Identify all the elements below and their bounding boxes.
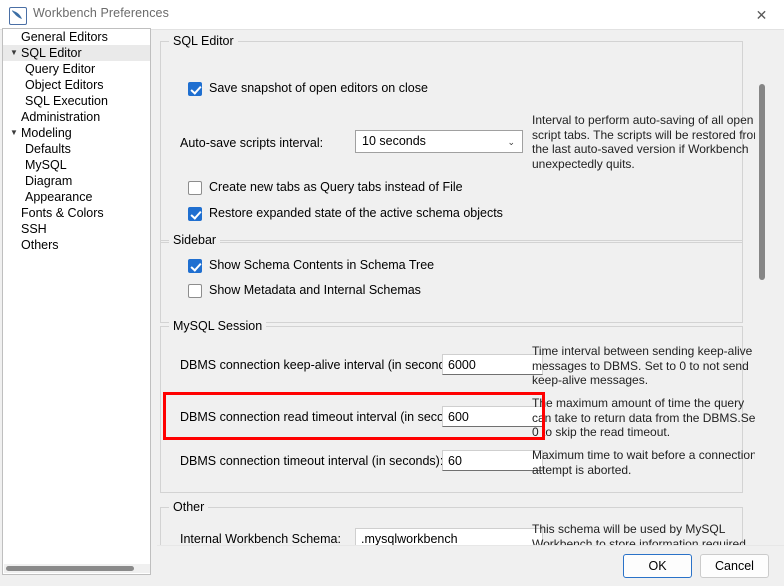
sidebar-item-label: MySQL (25, 158, 67, 172)
sidebar-horizontal-scrollbar[interactable] (4, 564, 150, 573)
workbench-dolphin-icon (9, 7, 27, 25)
cancel-button[interactable]: Cancel (700, 554, 769, 578)
sidebar-item-label: Defaults (25, 142, 71, 156)
sidebar-item-label: Query Editor (25, 62, 96, 76)
input-keepalive-interval[interactable]: 6000 (442, 354, 543, 375)
label-restore-expanded: Restore expanded state of the active sch… (209, 206, 503, 220)
sidebar-item-label: Others (21, 238, 59, 252)
sidebar-item-label: Diagram (25, 174, 73, 188)
label-connection-timeout-interval: DBMS connection timeout interval (in sec… (180, 454, 444, 468)
checkbox-restore-expanded[interactable] (188, 207, 202, 221)
twisty-spacer: ▼ (7, 221, 21, 237)
sidebar-item-label: SQL Editor (21, 46, 82, 60)
sidebar-item-label: SSH (21, 222, 47, 236)
checkbox-save-snapshot[interactable] (188, 82, 202, 96)
preferences-content: SQL Editor Save snapshot of open editors… (157, 28, 770, 545)
input-read-timeout-interval[interactable]: 600 (442, 406, 543, 427)
twisty-expanded-icon[interactable]: ▼ (7, 45, 21, 61)
close-icon[interactable]: ✕ (739, 0, 784, 29)
sidebar-item-label: Fonts & Colors (21, 206, 104, 220)
label-autosave-interval: Auto-save scripts interval: (180, 136, 324, 150)
chevron-down-icon: ⌄ (507, 136, 515, 147)
twisty-spacer: ▼ (7, 109, 21, 125)
label-query-tabs: Create new tabs as Query tabs instead of… (209, 180, 463, 194)
label-internal-schema: Internal Workbench Schema: (180, 532, 341, 545)
sidebar-scrollbar-thumb[interactable] (6, 566, 134, 571)
checkbox-show-schema-contents[interactable] (188, 259, 202, 273)
twisty-expanded-icon[interactable]: ▼ (7, 125, 21, 141)
sidebar-item-appearance[interactable]: Appearance (3, 189, 150, 205)
sidebar-item-label: SQL Execution (25, 94, 108, 108)
sidebar-item-general-editors[interactable]: ▼General Editors (3, 29, 150, 45)
twisty-spacer: ▼ (7, 237, 21, 253)
group-title-sidebar: Sidebar (169, 233, 221, 247)
label-show-schema-contents: Show Schema Contents in Schema Tree (209, 258, 435, 272)
sidebar-item-defaults[interactable]: Defaults (3, 141, 150, 157)
select-autosave-interval[interactable]: 10 seconds ⌄ (355, 130, 523, 153)
desc-internal-schema: This schema will be used by MySQL Workbe… (532, 522, 746, 545)
twisty-spacer: ▼ (7, 29, 21, 45)
desc-connection-timeout-interval: Maximum time to wait before a connection… (532, 448, 757, 477)
sidebar-item-label: Administration (21, 110, 101, 124)
checkbox-query-tabs[interactable] (188, 181, 202, 195)
label-keepalive-interval: DBMS connection keep-alive interval (in … (180, 358, 460, 372)
sidebar-item-sql-editor[interactable]: ▼ SQL Editor (3, 45, 150, 61)
desc-read-timeout-interval: The maximum amount of time the query can… (532, 396, 759, 439)
preferences-window: Workbench Preferences ✕ ▼General Editors… (0, 0, 784, 586)
select-autosave-value: 10 seconds (362, 134, 426, 148)
title-bar: Workbench Preferences ✕ (0, 0, 784, 30)
input-internal-schema[interactable]: .mysqlworkbench (355, 528, 543, 545)
ok-button[interactable]: OK (623, 554, 692, 578)
sidebar-item-administration[interactable]: ▼Administration (3, 109, 150, 125)
input-connection-timeout-interval[interactable]: 60 (442, 450, 543, 471)
label-show-metadata: Show Metadata and Internal Schemas (209, 283, 421, 297)
preferences-tree[interactable]: ▼General Editors▼SQL EditorQuery EditorO… (3, 29, 150, 253)
sidebar-item-query-editor[interactable]: Query Editor (3, 61, 150, 77)
sidebar-item-sql-execution[interactable]: SQL Execution (3, 93, 150, 109)
sidebar-item-others[interactable]: ▼Others (3, 237, 150, 253)
sidebar-item-modeling[interactable]: ▼ Modeling (3, 125, 150, 141)
desc-keepalive-interval: Time interval between sending keep-alive… (532, 344, 753, 387)
checkbox-show-metadata[interactable] (188, 284, 202, 298)
sidebar: ▼General Editors▼SQL EditorQuery EditorO… (2, 28, 151, 575)
sidebar-item-label: Object Editors (25, 78, 104, 92)
sidebar-item-label: Appearance (25, 190, 93, 204)
label-save-snapshot: Save snapshot of open editors on close (209, 81, 428, 95)
sidebar-item-mysql[interactable]: MySQL (3, 157, 150, 173)
sidebar-item-object-editors[interactable]: Object Editors (3, 77, 150, 93)
desc-autosave-interval: Interval to perform auto-saving of all o… (532, 113, 764, 171)
content-vertical-scrollbar[interactable] (755, 61, 770, 541)
group-title-sql-editor: SQL Editor (169, 34, 238, 48)
group-title-other: Other (169, 500, 209, 514)
sidebar-item-fonts-colors[interactable]: ▼Fonts & Colors (3, 205, 150, 221)
content-scrollbar-thumb[interactable] (759, 84, 765, 280)
label-read-timeout-interval: DBMS connection read timeout interval (i… (180, 410, 472, 424)
group-sidebar: Sidebar (160, 233, 743, 323)
group-title-mysql-session: MySQL Session (169, 319, 267, 333)
sidebar-item-label: Modeling (21, 126, 72, 140)
sidebar-item-diagram[interactable]: Diagram (3, 173, 150, 189)
window-title: Workbench Preferences (33, 6, 169, 20)
sidebar-item-label: General Editors (21, 30, 108, 44)
footer-divider (157, 545, 784, 546)
sidebar-item-ssh[interactable]: ▼SSH (3, 221, 150, 237)
twisty-spacer: ▼ (7, 205, 21, 221)
